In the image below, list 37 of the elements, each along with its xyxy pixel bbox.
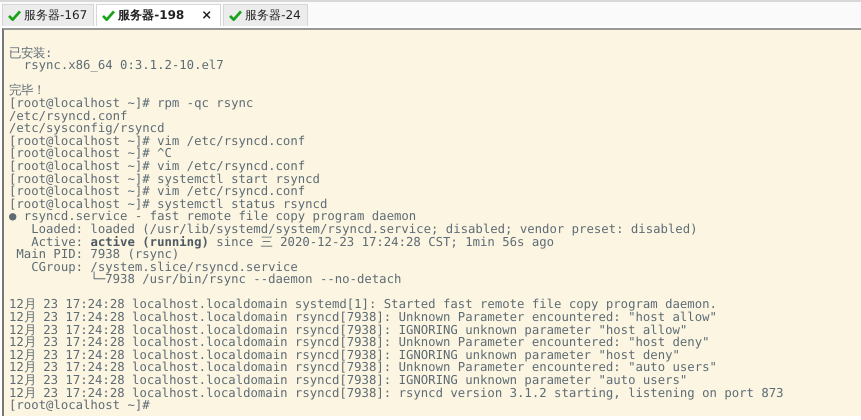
tab[interactable]: 服务器-167 — [2, 4, 94, 26]
terminal-line: 12月 23 17:24:28 localhost.localdomain rsyncd[7938]: Unknown Parameter encountered: "host deny" — [9, 336, 711, 349]
terminal-line: [root@localhost ~]# systemctl status rsyncd — [9, 198, 328, 210]
terminal-line: 12月 23 17:24:28 localhost.localdomain systemd[1]: Started fast remote file copy program daemon. — [9, 298, 718, 312]
checkmark-icon — [8, 10, 21, 21]
terminal-line: [root@localhost ~]# ^C — [9, 147, 173, 160]
terminal-line: /etc/rsyncd.conf — [9, 110, 128, 122]
terminal-line: 12月 23 17:24:28 localhost.localdomain rsyncd[7938]: rsyncd version 3.1.2 starting, listening on port 873 — [9, 386, 785, 400]
terminal-line: [root@localhost ~]# vim /etc/rsyncd.conf — [9, 160, 306, 173]
terminal-line: 已安装: — [9, 46, 52, 60]
terminal-line: 12月 23 17:24:28 localhost.localdomain rsyncd[7938]: Unknown Parameter encountered: "auto users" — [9, 361, 718, 374]
tab-label: 服务器-24 — [245, 7, 301, 24]
close-button[interactable]: × — [199, 8, 214, 23]
terminal-line: [root@localhost ~]# — [9, 399, 151, 412]
terminal-line: Main PID: 7938 (rsync) — [15, 248, 180, 261]
terminal-line: CGroup: /system.slice/rsyncd.service — [30, 260, 298, 274]
terminal-line: ● rsyncd.service - fast remote file copy program daemon — [9, 210, 418, 223]
terminal-line: [root@localhost ~]# rpm -qc rsync — [9, 96, 254, 110]
terminal-line: [root@localhost ~]# systemctl start rsyncd — [9, 172, 321, 186]
tab-label: 服务器-198 — [118, 7, 184, 24]
tab-label: 服务器-167 — [24, 7, 88, 24]
terminal-line: Loaded: loaded (/usr/lib/systemd/system/rsyncd.service; disabled; vendor preset: disabled) — [31, 222, 699, 236]
terminal-line: [root@localhost ~]# vim /etc/rsyncd.conf — [9, 134, 306, 148]
terminal-line: /etc/sysconfig/rsyncd — [9, 122, 166, 135]
terminal-line: 12月 23 17:24:28 localhost.localdomain rsyncd[7938]: IGNORING unknown parameter "auto users" — [9, 374, 688, 387]
terminal-line: 12月 23 17:24:28 localhost.localdomain rsyncd[7938]: Unknown Parameter encountered: "host allow" — [9, 311, 718, 324]
checkmark-icon — [229, 10, 242, 21]
checkmark-icon — [102, 10, 116, 21]
terminal-line: 完毕！ — [9, 84, 46, 97]
tab[interactable]: 服务器-198 × — [96, 4, 222, 26]
terminal-line: Active: active (running) since 三 2020-12-23 17:24:28 CST; 1min 56s ago — [31, 236, 556, 248]
tab[interactable]: 服务器-24 — [223, 4, 308, 26]
terminal-line: 12月 23 17:24:28 localhost.localdomain rsyncd[7938]: IGNORING unknown parameter "host deny" — [9, 348, 680, 362]
terminal-line: [root@localhost ~]# vim /etc/rsyncd.conf — [9, 185, 306, 198]
terminal-line: rsync.x86_64 0:3.1.2-10.el7 — [23, 59, 225, 72]
terminal-line: 12月 23 17:24:28 localhost.localdomain rsyncd[7938]: IGNORING unknown parameter "host allow" — [9, 324, 688, 336]
terminal-line: └─7938 /usr/bin/rsync --daemon --no-detach — [89, 273, 402, 286]
